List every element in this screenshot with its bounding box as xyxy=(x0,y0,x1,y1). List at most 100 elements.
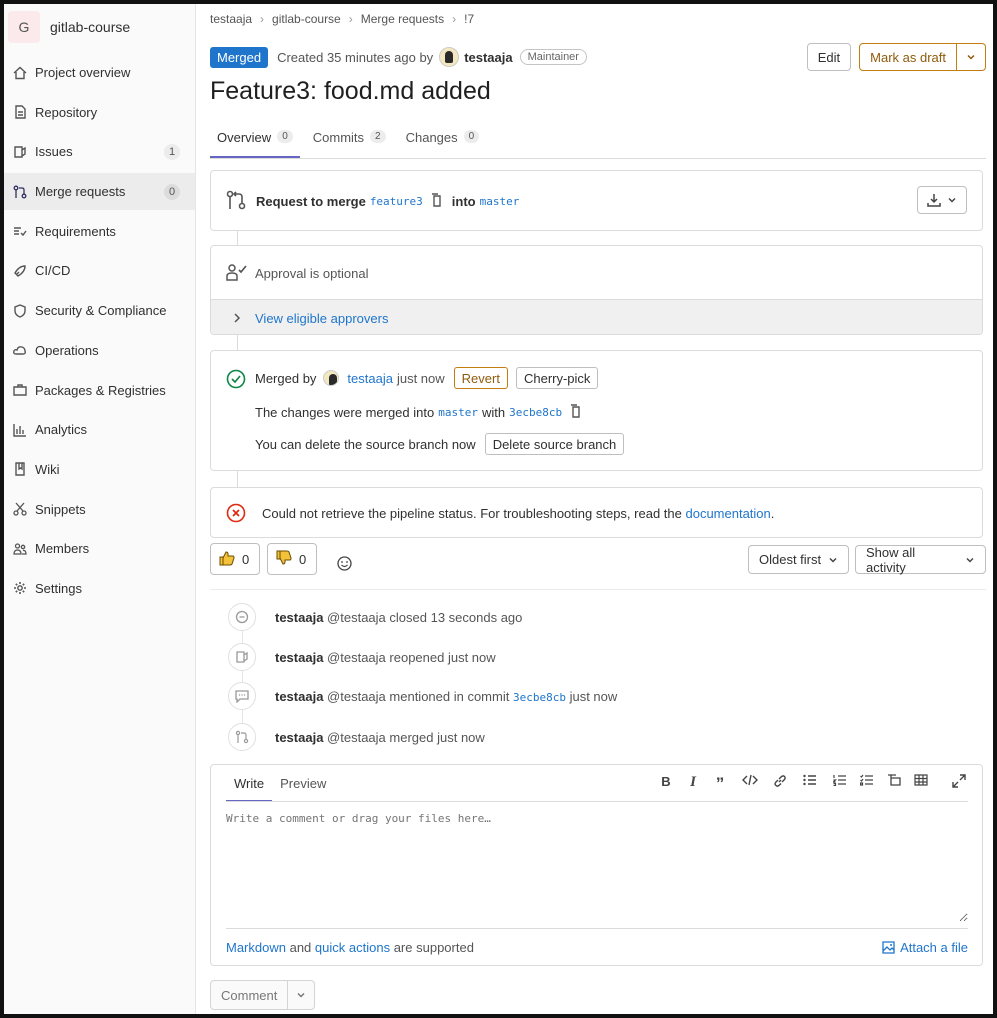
chevron-down-icon xyxy=(966,557,974,563)
project-header[interactable]: G gitlab-course xyxy=(8,7,195,47)
task-list-icon[interactable] xyxy=(859,774,875,794)
activity-handle[interactable]: @testaaja xyxy=(327,650,386,665)
table-icon[interactable] xyxy=(913,774,929,794)
chevron-down-icon[interactable] xyxy=(957,43,986,71)
thumbs-down-button[interactable]: 0 xyxy=(267,543,317,575)
sidebar-item-repository[interactable]: Repository xyxy=(4,94,195,131)
tab-write[interactable]: Write xyxy=(226,765,273,802)
cherry-pick-button[interactable]: Cherry-pick xyxy=(515,367,599,389)
sidebar-item-wiki[interactable]: Wiki xyxy=(4,451,195,488)
sort-dropdown[interactable]: Oldest first xyxy=(748,545,850,574)
download-dropdown-button[interactable] xyxy=(917,186,967,214)
merged-by-label: Merged by xyxy=(255,370,317,386)
revert-button[interactable]: Revert xyxy=(453,367,508,389)
fullscreen-icon[interactable] xyxy=(951,774,967,794)
tab-label: Overview xyxy=(217,130,272,145)
activity-tail: just now xyxy=(569,688,618,704)
tab-commits[interactable]: Commits 2 xyxy=(306,122,393,158)
delete-source-branch-button[interactable]: Delete source branch xyxy=(484,433,625,455)
project-avatar[interactable]: G xyxy=(8,11,40,43)
sidebar-item-analytics[interactable]: Analytics xyxy=(4,411,195,448)
connector-line xyxy=(237,231,238,245)
thumbs-down-icon xyxy=(276,550,292,569)
sidebar-item-settings[interactable]: Settings xyxy=(4,570,195,607)
add-reaction-smiley-icon[interactable] xyxy=(337,556,352,574)
sidebar-item-label: Repository xyxy=(35,104,98,120)
merged-time: just now xyxy=(396,370,445,386)
activity-user[interactable]: testaaja xyxy=(275,730,323,745)
breadcrumb-item[interactable]: gitlab-course xyxy=(272,12,341,26)
activity-user[interactable]: testaaja xyxy=(275,610,323,625)
quote-icon[interactable]: ” xyxy=(712,774,728,794)
breadcrumb-item[interactable]: Merge requests xyxy=(361,12,444,26)
view-eligible-approvers-link[interactable]: View eligible approvers xyxy=(255,311,388,326)
activity-user[interactable]: testaaja xyxy=(275,650,323,665)
activity-handle[interactable]: @testaaja xyxy=(327,730,386,745)
breadcrumb-item[interactable]: testaaja xyxy=(210,12,252,26)
sidebar-item-requirements[interactable]: Requirements xyxy=(4,213,195,250)
sidebar-item-label: Project overview xyxy=(35,65,131,80)
link-icon[interactable] xyxy=(772,774,788,794)
sidebar-item-project-overview[interactable]: Project overview xyxy=(4,54,195,91)
mark-as-draft-button[interactable]: Mark as draft xyxy=(859,43,957,71)
approval-text: Approval is optional xyxy=(255,266,369,281)
italic-icon[interactable]: I xyxy=(685,774,701,794)
sidebar-item-label: Security & Compliance xyxy=(35,303,167,319)
sidebar-item-operations[interactable]: Operations xyxy=(4,332,195,369)
merge-commit-link[interactable]: 3ecbe8cb xyxy=(509,406,562,419)
sidebar-item-issues[interactable]: Issues 1 xyxy=(4,133,195,170)
activity-user[interactable]: testaaja xyxy=(275,689,323,704)
activity-filter-dropdown[interactable]: Show all activity xyxy=(855,544,986,575)
merged-branch[interactable]: master xyxy=(438,406,478,419)
activity-commit-link[interactable]: 3ecbe8cb xyxy=(513,691,566,704)
quick-actions-link[interactable]: quick actions xyxy=(315,940,390,955)
breadcrumb-item[interactable]: !7 xyxy=(464,12,474,26)
bulleted-list-icon[interactable] xyxy=(799,774,821,794)
package-icon xyxy=(12,382,28,398)
markdown-link[interactable]: Markdown xyxy=(226,940,286,955)
approval-widget: Approval is optional View eligible appro… xyxy=(210,245,983,335)
chevron-down-icon[interactable] xyxy=(288,980,316,1010)
project-name[interactable]: gitlab-course xyxy=(50,19,130,35)
tab-count: 0 xyxy=(463,130,480,143)
thumbs-up-button[interactable]: 0 xyxy=(210,543,260,575)
avatar[interactable] xyxy=(323,370,340,386)
attach-file-button[interactable]: Attach a file xyxy=(882,940,968,955)
sidebar-item-cicd[interactable]: CI/CD xyxy=(4,252,195,289)
copy-icon[interactable] xyxy=(570,404,582,421)
copy-icon[interactable] xyxy=(431,193,443,210)
edit-button[interactable]: Edit xyxy=(806,43,852,71)
author-link[interactable]: testaaja xyxy=(464,50,512,65)
bold-icon[interactable]: B xyxy=(658,774,674,794)
code-icon[interactable] xyxy=(739,774,761,794)
sidebar-item-security[interactable]: Security & Compliance xyxy=(4,292,195,329)
merged-by-user-link[interactable]: testaaja xyxy=(347,371,393,386)
source-branch[interactable]: feature3 xyxy=(370,195,423,208)
collapsible-section-icon[interactable] xyxy=(886,774,902,794)
comment-button[interactable]: Comment xyxy=(210,980,289,1010)
chevron-right-icon: › xyxy=(260,12,265,26)
error-circle-icon xyxy=(226,503,246,526)
numbered-list-icon[interactable] xyxy=(832,774,848,794)
comment-textarea[interactable] xyxy=(226,812,968,922)
tab-overview[interactable]: Overview 0 xyxy=(210,122,300,158)
sidebar-item-packages[interactable]: Packages & Registries xyxy=(4,372,195,409)
sidebar-item-members[interactable]: Members xyxy=(4,530,195,567)
users-icon xyxy=(12,541,28,557)
sort-label: Oldest first xyxy=(759,552,822,567)
approvers-toggle-row[interactable]: View eligible approvers xyxy=(211,299,982,334)
activity-filter-label: Show all activity xyxy=(866,544,916,575)
activity-text: merged just now xyxy=(389,729,485,745)
tab-changes[interactable]: Changes 0 xyxy=(399,122,487,158)
documentation-link[interactable]: documentation xyxy=(685,506,770,521)
sidebar-item-label: Settings xyxy=(35,580,82,596)
image-icon xyxy=(882,941,895,954)
activity-handle[interactable]: @testaaja xyxy=(327,610,386,625)
tab-preview[interactable]: Preview xyxy=(272,765,334,802)
sidebar-item-merge-requests[interactable]: Merge requests 0 xyxy=(4,173,195,211)
activity-text: mentioned in commit xyxy=(389,688,510,704)
sidebar-item-snippets[interactable]: Snippets xyxy=(4,491,195,528)
activity-handle[interactable]: @testaaja xyxy=(327,689,386,704)
avatar[interactable] xyxy=(439,47,460,67)
target-branch[interactable]: master xyxy=(480,195,520,208)
